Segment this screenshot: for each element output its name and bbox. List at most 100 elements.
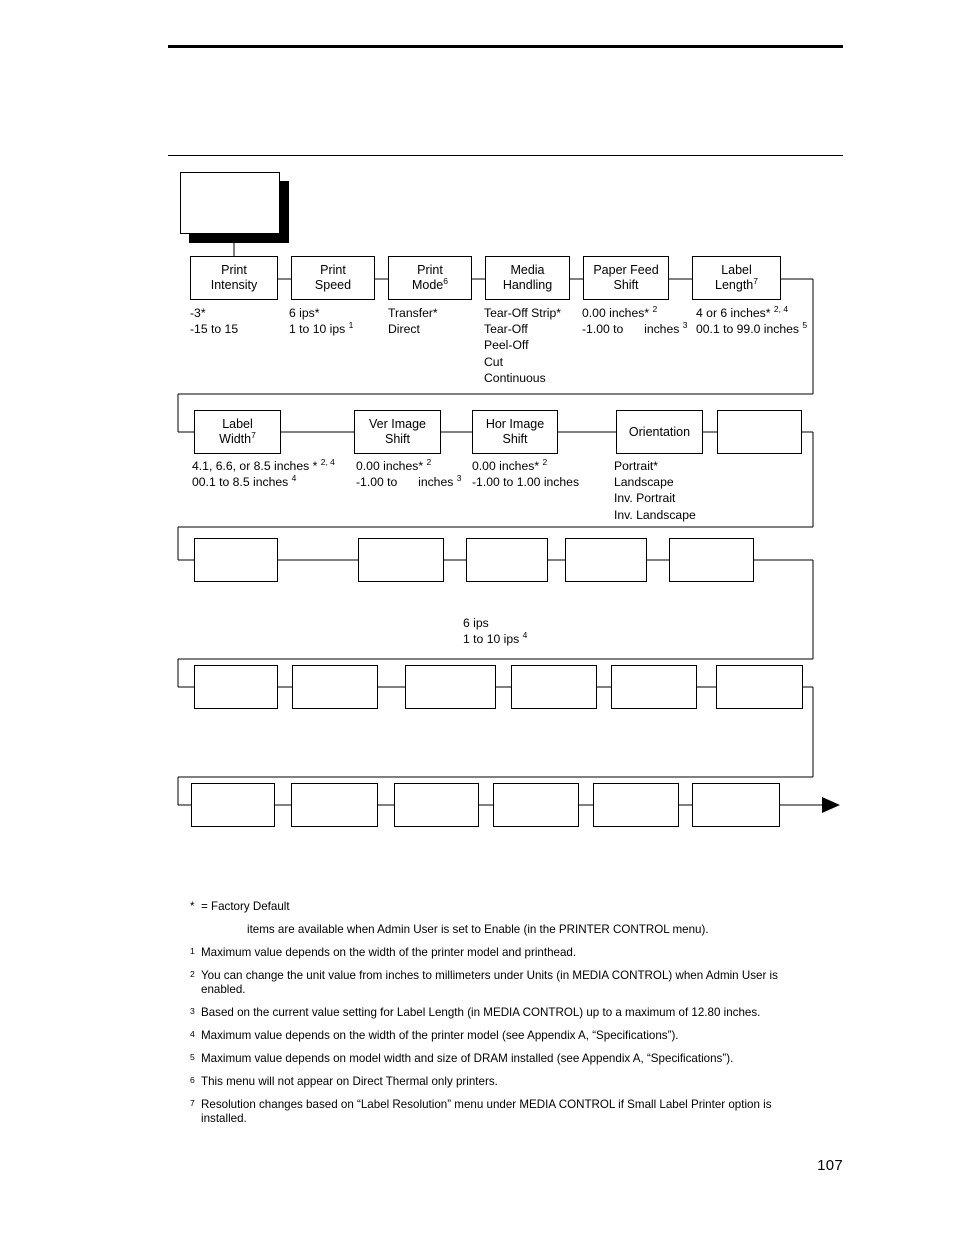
node-blank-r4-1[interactable]: [194, 665, 278, 709]
node-hor-image-shift[interactable]: Hor Image Shift: [472, 410, 558, 454]
value-line: Tear-Off Strip*: [484, 306, 561, 320]
node-print-speed[interactable]: Print Speed: [291, 256, 375, 300]
node-blank-r4-5[interactable]: [611, 665, 697, 709]
node-label-line2: Width7: [219, 429, 256, 446]
footnote-mark: 7: [190, 1098, 195, 1108]
node-label-line2: Shift: [613, 278, 639, 292]
footnote-ref: 3: [456, 473, 462, 484]
footnote-ref: 4: [522, 630, 528, 641]
node-blank-r4-2[interactable]: [292, 665, 378, 709]
value-line: Tear-Off: [484, 322, 528, 337]
footnote-ref: 3: [682, 320, 688, 331]
node-blank-r3-5[interactable]: [669, 538, 754, 582]
node-label-line2: Length7: [715, 275, 758, 292]
value-line: Portrait*: [614, 459, 659, 473]
values-print-intensity: -3* -15 to 15: [190, 305, 238, 337]
value-line: -1.00 to inches 3: [582, 320, 688, 337]
node-label-line2: Shift: [502, 432, 528, 446]
node-label-line1: Ver Image: [369, 417, 426, 431]
node-blank-r5-5[interactable]: [593, 783, 679, 827]
node-blank-r2-5[interactable]: [717, 410, 802, 454]
flow-end-arrow: [822, 797, 840, 813]
value-line: -15 to 15: [190, 322, 239, 337]
node-print-mode[interactable]: Print Mode6: [388, 256, 472, 300]
node-blank-r4-4[interactable]: [511, 665, 597, 709]
node-blank-r5-1[interactable]: [191, 783, 275, 827]
node-paper-feed-shift[interactable]: Paper Feed Shift: [583, 256, 669, 300]
footnote-ref: 4: [291, 473, 297, 484]
footnote-item: 3 Based on the current value setting for…: [190, 1006, 850, 1020]
footnote-text: = Factory Default: [201, 900, 290, 913]
node-label-line1: Print: [320, 263, 346, 277]
value-line: 0.00 inches* 2: [472, 456, 548, 473]
footnotes-block: * = Factory Default items are available …: [190, 900, 850, 1135]
value-line: Peel-Off: [484, 338, 529, 353]
node-label-line1: Media: [510, 263, 545, 277]
value-line: Landscape: [614, 475, 674, 490]
value-line: 0.00 inches* 2: [356, 456, 432, 473]
value-line: 1 to 10 ips 4: [463, 630, 528, 647]
footnote-mark: *: [190, 900, 195, 913]
value-line: 6 ips*: [289, 306, 320, 320]
footnote-item: 2 You can change the unit value from inc…: [190, 969, 850, 997]
node-blank-r4-6[interactable]: [716, 665, 803, 709]
node-label-line1: Orientation: [628, 424, 691, 439]
node-blank-r3-4[interactable]: [565, 538, 647, 582]
footnote-ref: 7: [251, 429, 256, 440]
node-blank-r5-2[interactable]: [291, 783, 378, 827]
values-row3-speed: 6 ips 1 to 10 ips 4: [463, 615, 527, 647]
value-line: -1.00 to inches 3: [356, 473, 462, 490]
node-label-line2: Speed: [314, 278, 352, 292]
values-paper-feed-shift: 0.00 inches* 2 -1.00 to inches 3: [582, 305, 687, 337]
node-label-line2: Handling: [502, 278, 553, 292]
node-label-line2: Shift: [384, 432, 410, 446]
node-media-handling[interactable]: Media Handling: [485, 256, 570, 300]
node-orientation[interactable]: Orientation: [616, 410, 703, 454]
footnote-mark: 5: [190, 1052, 195, 1062]
footnote-legend: * = Factory Default: [190, 900, 850, 914]
value-line: -3*: [190, 306, 206, 320]
footnote-item: 4 Maximum value depends on the width of …: [190, 1029, 850, 1043]
footnote-mark: 6: [190, 1075, 195, 1085]
node-blank-r3-1[interactable]: [194, 538, 278, 582]
node-blank-r5-6[interactable]: [692, 783, 780, 827]
values-label-width: 4.1, 6.6, or 8.5 inches * 2, 4 00.1 to 8.…: [192, 458, 335, 490]
footnote-text: Resolution changes based on “Label Resol…: [201, 1098, 772, 1125]
footnote-ref: 6: [443, 275, 448, 286]
footnote-ref: 2, 4: [773, 303, 789, 314]
node-blank-r3-2[interactable]: [358, 538, 444, 582]
value-line: 4.1, 6.6, or 8.5 inches * 2, 4: [192, 456, 335, 473]
node-blank-r5-3[interactable]: [394, 783, 479, 827]
values-media-handling: Tear-Off Strip* Tear-Off Peel-Off Cut Contin…: [484, 305, 561, 386]
values-hor-image-shift: 0.00 inches* 2 -1.00 to 1.00 inches: [472, 458, 579, 490]
node-blank-r5-4[interactable]: [493, 783, 579, 827]
header-rule-thick: [168, 45, 843, 48]
footnote-ref: 5: [802, 320, 808, 331]
value-line: 4 or 6 inches* 2, 4: [696, 303, 789, 320]
menu-title-box: [180, 172, 280, 234]
values-orientation: Portrait* Landscape Inv. Portrait Inv. Land…: [614, 458, 696, 523]
value-line: Transfer*: [388, 306, 438, 320]
node-label-width[interactable]: Label Width7: [194, 410, 281, 454]
node-label-line1: Label: [222, 417, 253, 431]
footnote-ref: 2, 4: [320, 456, 335, 467]
node-ver-image-shift[interactable]: Ver Image Shift: [354, 410, 441, 454]
value-line: 1 to 10 ips 1: [289, 320, 354, 337]
node-label-line1: Print: [221, 263, 247, 277]
node-label-line2: Intensity: [210, 278, 258, 292]
value-line: Inv. Landscape: [614, 507, 696, 522]
footnote-admin: items are available when Admin User is s…: [190, 923, 850, 937]
node-print-intensity[interactable]: Print Intensity: [190, 256, 278, 300]
footnote-ref: 1: [348, 320, 354, 331]
node-label-length[interactable]: Label Length7: [692, 256, 781, 300]
node-blank-r3-3[interactable]: [466, 538, 548, 582]
footnote-text: items are available when Admin User is s…: [247, 923, 709, 936]
node-blank-r4-3[interactable]: [405, 665, 496, 709]
footnote-text: Based on the current value setting for L…: [201, 1006, 761, 1019]
footnote-ref: 2: [542, 456, 548, 467]
footnote-ref: 7: [753, 275, 758, 286]
footnote-item: 7 Resolution changes based on “Label Res…: [190, 1098, 850, 1126]
node-label-line1: Label: [721, 263, 752, 277]
value-line: Cut: [484, 354, 503, 369]
footnote-ref: 2: [652, 303, 658, 314]
